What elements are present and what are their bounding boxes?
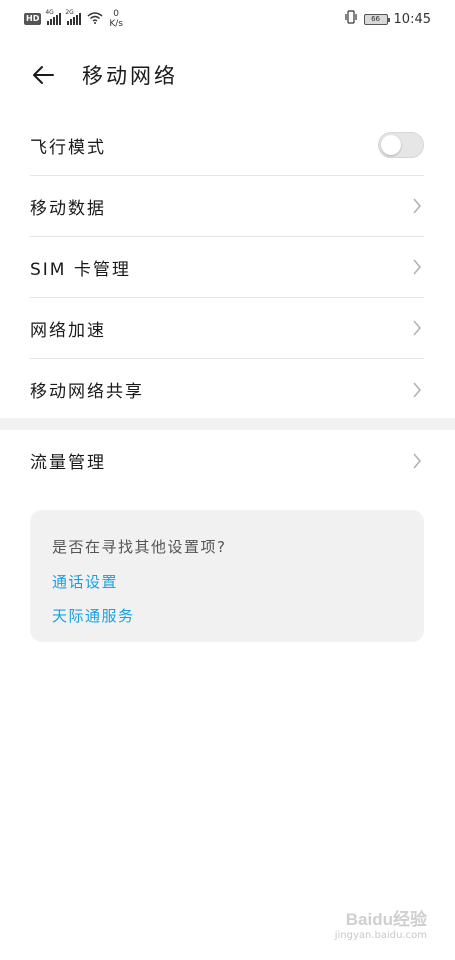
vibrate-icon (344, 10, 358, 28)
hd-badge: HD (24, 13, 42, 25)
airplane-mode-toggle[interactable] (378, 132, 424, 158)
status-bar: HD 4G 2G 0 K/s 66 10:45 (0, 0, 455, 38)
sim-management-row[interactable]: SIM 卡管理 (30, 237, 424, 298)
traffic-management-row[interactable]: 流量管理 (30, 430, 424, 491)
watermark-brand: Baidu经验 (345, 910, 427, 929)
chevron-right-icon (410, 197, 424, 215)
clock: 10:45 (393, 11, 431, 27)
battery-icon: 66 (363, 13, 390, 25)
airplane-mode-row[interactable]: 飞行模式 (30, 115, 424, 176)
tethering-label: 移动网络共享 (30, 382, 144, 402)
call-settings-link[interactable]: 通话设置 (52, 571, 402, 592)
tethering-row[interactable]: 移动网络共享 (30, 359, 424, 420)
chevron-right-icon (410, 381, 424, 399)
toggle-knob (381, 135, 401, 155)
suggestion-card: 是否在寻找其他设置项? 通话设置 天际通服务 (30, 510, 424, 642)
skytone-service-link[interactable]: 天际通服务 (52, 605, 402, 626)
watermark-url: jingyan.baidu.com (334, 930, 427, 941)
mobile-data-label: 移动数据 (30, 198, 106, 219)
chevron-right-icon (410, 319, 424, 337)
wifi-icon (87, 11, 103, 27)
suggestion-question: 是否在寻找其他设置项? (52, 538, 227, 556)
sim-management-label: SIM 卡管理 (30, 259, 131, 280)
airplane-mode-label: 飞行模式 (30, 137, 106, 158)
network-acceleration-row[interactable]: 网络加速 (30, 298, 424, 359)
chevron-right-icon (410, 452, 424, 470)
arrow-left-icon[interactable] (30, 62, 56, 88)
network-acceleration-label: 网络加速 (30, 320, 106, 341)
mobile-data-row[interactable]: 移动数据 (30, 176, 424, 237)
settings-list: 飞行模式 移动数据 SIM 卡管理 网络加速 移动网络共享 (30, 115, 424, 420)
signal-1-icon: 4G (45, 9, 62, 25)
network-speed: 0 K/s (109, 9, 123, 29)
status-right: 66 10:45 (344, 10, 431, 28)
section-divider (0, 418, 455, 430)
header: 移动网络 (0, 50, 455, 100)
page-title: 移动网络 (82, 64, 178, 88)
signal-2-icon: 2G (65, 9, 82, 25)
watermark: Baidu经验 jingyan.baidu.com (327, 905, 427, 947)
traffic-management-label: 流量管理 (30, 453, 106, 473)
status-left: HD 4G 2G 0 K/s (24, 9, 123, 29)
chevron-right-icon (410, 258, 424, 276)
settings-list-2: 流量管理 (30, 430, 424, 491)
